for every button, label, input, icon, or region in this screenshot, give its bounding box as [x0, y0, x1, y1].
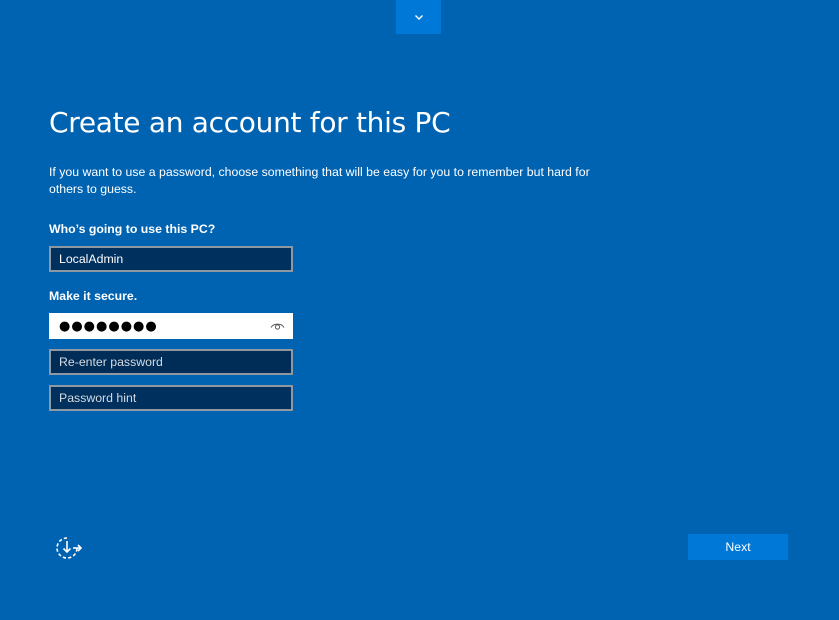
page-title: Create an account for this PC	[49, 106, 451, 139]
username-value: LocalAdmin	[59, 252, 124, 266]
password-value: ●●●●●●●●	[59, 318, 158, 334]
reenter-password-field[interactable]: Re-enter password	[49, 349, 293, 375]
username-label: Who’s going to use this PC?	[49, 222, 216, 236]
password-field[interactable]: ●●●●●●●●	[49, 313, 293, 339]
password-label: Make it secure.	[49, 289, 138, 303]
ease-of-access-icon[interactable]	[53, 535, 83, 561]
username-field[interactable]: LocalAdmin	[49, 246, 293, 272]
eye-icon[interactable]	[270, 321, 285, 331]
page-description: If you want to use a password, choose so…	[49, 165, 590, 196]
chevron-down-icon	[414, 14, 423, 20]
collapse-toggle[interactable]	[396, 0, 441, 34]
reenter-password-placeholder: Re-enter password	[59, 355, 163, 369]
password-hint-placeholder: Password hint	[59, 391, 137, 405]
password-hint-field[interactable]: Password hint	[49, 385, 293, 411]
next-button[interactable]: Next	[688, 534, 788, 560]
